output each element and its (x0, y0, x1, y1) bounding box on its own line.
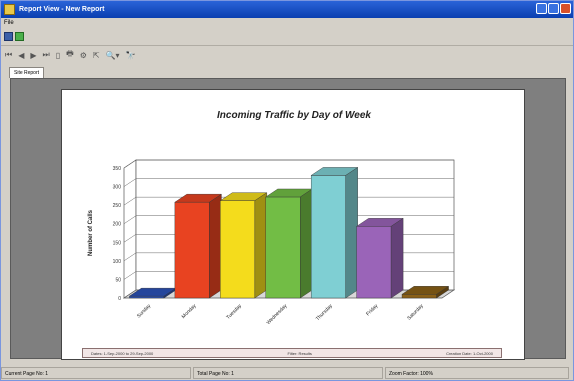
maximize-button[interactable] (548, 3, 559, 14)
report-window: Report View - New Report File ⏮ ◀ ▶ ⏭ ▯ … (0, 0, 574, 381)
bar-side (390, 217, 404, 299)
tab-strip: Site Report (1, 65, 573, 78)
toolbar-navigation: ⏮ ◀ ▶ ⏭ ▯ 🖶 ⚙ ⇱ 🔍▾ 🔭 (1, 46, 573, 64)
report-viewer[interactable]: Incoming Traffic by Day of Week 0 50 100 15… (10, 78, 566, 360)
add-icon[interactable] (15, 32, 24, 41)
bar (265, 196, 301, 299)
window-title: Report View - New Report (19, 6, 105, 13)
bar (356, 226, 392, 299)
footer-filter: Filter: Results (287, 350, 312, 356)
find-icon[interactable]: 🔭 (126, 51, 136, 60)
y-axis-label: Number of Calls (88, 209, 94, 256)
x-tick-label: Monday (181, 303, 198, 320)
print-setup-icon[interactable]: ⚙ (80, 51, 87, 60)
x-tick-label: Wednesday (266, 303, 289, 326)
print-icon[interactable]: 🖶 (66, 48, 74, 62)
menu-file[interactable]: File (4, 20, 14, 26)
minimize-button[interactable] (536, 3, 547, 14)
y-tick-label: 300 (113, 185, 122, 191)
app-icon (4, 4, 15, 15)
tab-site-report[interactable]: Site Report (9, 67, 45, 78)
title-bar: Report View - New Report (1, 1, 573, 18)
y-tick-label: 350 (113, 166, 122, 172)
bar-side (254, 192, 268, 299)
prev-page-icon[interactable]: ◀ (18, 51, 24, 60)
close-button[interactable] (560, 3, 571, 14)
zoom-icon[interactable]: 🔍▾ (106, 51, 120, 60)
y-tick-label: 100 (113, 259, 122, 265)
menu-bar: File (1, 18, 573, 28)
x-tick-label: Tuesday (225, 303, 243, 321)
page-icon[interactable]: ▯ (56, 51, 60, 60)
next-page-icon[interactable]: ▶ (30, 51, 36, 60)
footer-dates: Dates: 1-Sep-2000 to 29-Sep-2000 (91, 350, 154, 356)
bar (310, 175, 346, 299)
chart-left-wall (123, 159, 137, 299)
status-bar: Current Page No: 1 Total Page No: 1 Zoom… (1, 365, 573, 381)
y-tick-label: 150 (113, 240, 122, 246)
status-total-page: Total Page No: 1 (193, 367, 383, 379)
bar-side (300, 188, 313, 299)
bar (174, 201, 210, 299)
bar-side (209, 193, 222, 299)
bar-chart: 0 50 100 150 200 250 300 350 Number of Calls Sund… (88, 159, 456, 326)
x-tick-label: Thursday (315, 303, 334, 322)
last-page-icon[interactable]: ⏭ (43, 50, 50, 60)
bar (401, 294, 437, 299)
report-footer: Dates: 1-Sep-2000 to 29-Sep-2000 Filter:… (82, 348, 502, 358)
y-tick-label: 0 (118, 296, 121, 302)
y-tick-label: 250 (113, 203, 122, 209)
report-page: Incoming Traffic by Day of Week 0 50 100 15… (61, 89, 525, 360)
x-tick-label: Saturday (406, 303, 425, 322)
toolbar-main (1, 28, 573, 46)
y-tick-label: 200 (113, 222, 122, 228)
status-zoom: Zoom Factor: 100% (385, 367, 569, 379)
footer-creation-date: Creation Date: 1-Oct-2000 (446, 350, 493, 356)
bar-side (345, 167, 358, 299)
x-tick-label: Sunday (136, 303, 153, 320)
status-current-page: Current Page No: 1 (1, 367, 191, 379)
bar (129, 295, 165, 299)
first-page-icon[interactable]: ⏮ (5, 50, 12, 60)
y-tick-label: 50 (115, 277, 121, 283)
save-icon[interactable] (4, 32, 13, 41)
bar (220, 200, 256, 299)
x-tick-label: Friday (365, 303, 379, 317)
export-icon[interactable]: ⇱ (93, 51, 100, 60)
